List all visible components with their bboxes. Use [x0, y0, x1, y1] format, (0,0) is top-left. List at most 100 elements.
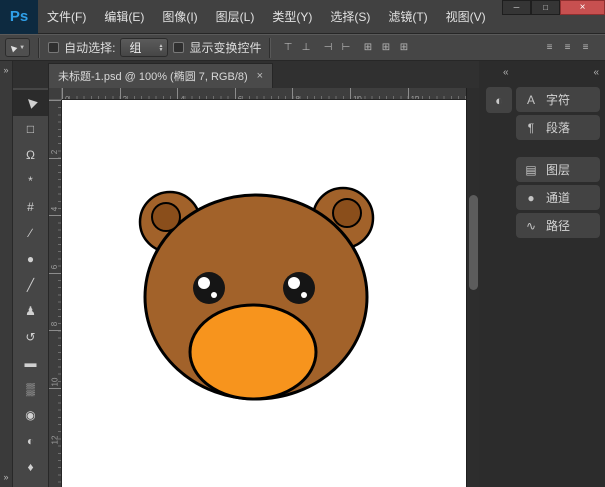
- panel-label: 段落: [546, 119, 570, 136]
- panel-icon-adjustments[interactable]: ◐: [486, 87, 512, 113]
- tab-close-icon[interactable]: ×: [257, 70, 263, 82]
- menu-item[interactable]: 图像(I): [153, 8, 206, 25]
- dropdown-spinner-icon: ▲▼: [159, 44, 164, 52]
- bear-right-inner-ear: [333, 199, 361, 227]
- icon-dock: ◐: [482, 87, 516, 238]
- panel-button-paragraph[interactable]: ¶ 段落: [516, 115, 600, 140]
- ruler-mark: 6: [49, 215, 61, 273]
- tool-icon: ▬: [25, 357, 37, 369]
- tool-icon: ◉: [25, 409, 35, 421]
- show-transform-label: 显示变换控件: [189, 39, 261, 56]
- bear-left-eye: [193, 272, 225, 304]
- tool-dodge[interactable]: ◐: [13, 428, 48, 454]
- show-transform-checkbox[interactable]: [173, 42, 184, 53]
- tool-gradient[interactable]: ▒: [13, 376, 48, 402]
- tool-clone-stamp[interactable]: ♟: [13, 298, 48, 324]
- tool-crop[interactable]: #: [13, 194, 48, 220]
- distribute-icon[interactable]: ≡: [577, 39, 594, 56]
- auto-select-target-dropdown[interactable]: 组 ▲▼: [120, 38, 168, 57]
- scrollbar-thumb[interactable]: [469, 195, 478, 290]
- panel-button-dock: A 字符 ¶ 段落 ▤ 图层 ● 通道: [516, 87, 602, 238]
- window-controls: ─ □ ×: [502, 0, 605, 15]
- distribute-icon[interactable]: ≡: [559, 39, 576, 56]
- tool-icon: ♟: [25, 305, 36, 317]
- tool-move[interactable]: ▶: [13, 90, 48, 116]
- align-icon[interactable]: ⊞: [395, 39, 412, 56]
- tool-icon: ▶: [23, 95, 38, 110]
- tool-icon: ●: [27, 253, 34, 265]
- panel-button-channels[interactable]: ● 通道: [516, 185, 600, 210]
- auto-select-checkbox[interactable]: [48, 42, 59, 53]
- vertical-scrollbar[interactable]: [466, 88, 479, 487]
- align-horizontal-group: ⊣⊢: [319, 39, 354, 56]
- close-button[interactable]: ×: [560, 0, 605, 15]
- document-tab[interactable]: 未标题-1.psd @ 100% (椭圆 7, RGB/8) ×: [48, 63, 273, 88]
- panel-icon: ∿: [524, 219, 538, 233]
- align-icon[interactable]: ⊥: [297, 39, 314, 56]
- document-canvas[interactable]: [62, 100, 466, 487]
- menu-item[interactable]: 类型(Y): [263, 8, 321, 25]
- menu-item[interactable]: 选择(S): [321, 8, 379, 25]
- menu-item[interactable]: 滤镜(T): [379, 8, 436, 25]
- tool-spot-healing-brush[interactable]: ●: [13, 246, 48, 272]
- ruler-mark: 12: [49, 388, 61, 446]
- tool-brush[interactable]: ╱: [13, 272, 48, 298]
- tool-magic-wand[interactable]: *: [13, 168, 48, 194]
- menu-item[interactable]: 视图(V): [437, 8, 495, 25]
- menu-item[interactable]: 编辑(E): [95, 8, 153, 25]
- align-icon[interactable]: ⊞: [359, 39, 376, 56]
- align-icon[interactable]: ⊞: [377, 39, 394, 56]
- ruler-mark: 4: [177, 88, 235, 99]
- tool-preset-dropdown[interactable]: ▶ ▼: [5, 38, 30, 57]
- restore-button[interactable]: □: [531, 0, 560, 15]
- panel-button-paths[interactable]: ∿ 路径: [516, 213, 600, 238]
- align-vertical-group: ⊤⊥: [279, 39, 314, 56]
- panel-label: 通道: [546, 189, 570, 206]
- align-icon[interactable]: ⊤: [279, 39, 296, 56]
- app-logo[interactable]: Ps: [0, 0, 38, 34]
- photoshop-window: Ps 文件(F)编辑(E)图像(I)图层(L)类型(Y)选择(S)滤镜(T)视图…: [0, 0, 605, 487]
- panel-label: 路径: [546, 217, 570, 234]
- tool-icon: ◐: [27, 435, 34, 447]
- tool-icon: ∕: [29, 227, 31, 239]
- tool-lasso[interactable]: Ω: [13, 142, 48, 168]
- panel-button-character[interactable]: A 字符: [516, 87, 600, 112]
- tools-collapse-strip: » »: [0, 61, 13, 487]
- expand-right-icon[interactable]: »: [3, 66, 8, 75]
- align-icon[interactable]: ⊢: [337, 39, 354, 56]
- tool-blur[interactable]: ◉: [13, 402, 48, 428]
- tool-history-brush[interactable]: ↺: [13, 324, 48, 350]
- panel-button-layers[interactable]: ▤ 图层: [516, 157, 600, 182]
- distribute-icon[interactable]: ≡: [541, 39, 558, 56]
- tool-pen[interactable]: ♦: [13, 454, 48, 480]
- ruler-corner: [49, 88, 62, 100]
- tool-eyedropper[interactable]: ∕: [13, 220, 48, 246]
- ruler-mark: 8: [49, 273, 61, 331]
- ruler-mark: 0: [62, 88, 120, 99]
- tool-icon: ↺: [25, 331, 35, 343]
- ruler-mark: 10: [350, 88, 408, 99]
- menu-item[interactable]: 文件(F): [38, 8, 95, 25]
- menu-bar: Ps 文件(F)编辑(E)图像(I)图层(L)类型(Y)选择(S)滤镜(T)视图…: [0, 0, 605, 34]
- eye-highlight: [211, 292, 217, 298]
- menu-item[interactable]: 图层(L): [207, 8, 264, 25]
- expand-right-icon[interactable]: »: [3, 473, 8, 482]
- tool-icon: ▒: [26, 383, 35, 395]
- collapse-left-icon[interactable]: «: [593, 68, 599, 78]
- bear-right-eye: [283, 272, 315, 304]
- align-icon[interactable]: ⊣: [319, 39, 336, 56]
- tool-eraser[interactable]: ▬: [13, 350, 48, 376]
- tool-icon: *: [28, 175, 33, 187]
- minimize-button[interactable]: ─: [502, 0, 531, 15]
- tool-icon: Ω: [26, 149, 35, 161]
- ruler-mark: 4: [49, 158, 61, 216]
- ruler-mark: 2: [49, 100, 61, 158]
- bear-left-inner-ear: [152, 203, 180, 231]
- ruler-mark: 12: [408, 88, 466, 99]
- tool-rectangular-marquee[interactable]: □: [13, 116, 48, 142]
- document-tab-bar: 未标题-1.psd @ 100% (椭圆 7, RGB/8) ×: [13, 61, 479, 88]
- panel-icon: A: [524, 93, 538, 107]
- eye-highlight: [288, 277, 300, 289]
- collapse-left-icon[interactable]: «: [503, 68, 509, 78]
- right-dock-area: « « ◐ A 字符 ¶: [479, 61, 605, 487]
